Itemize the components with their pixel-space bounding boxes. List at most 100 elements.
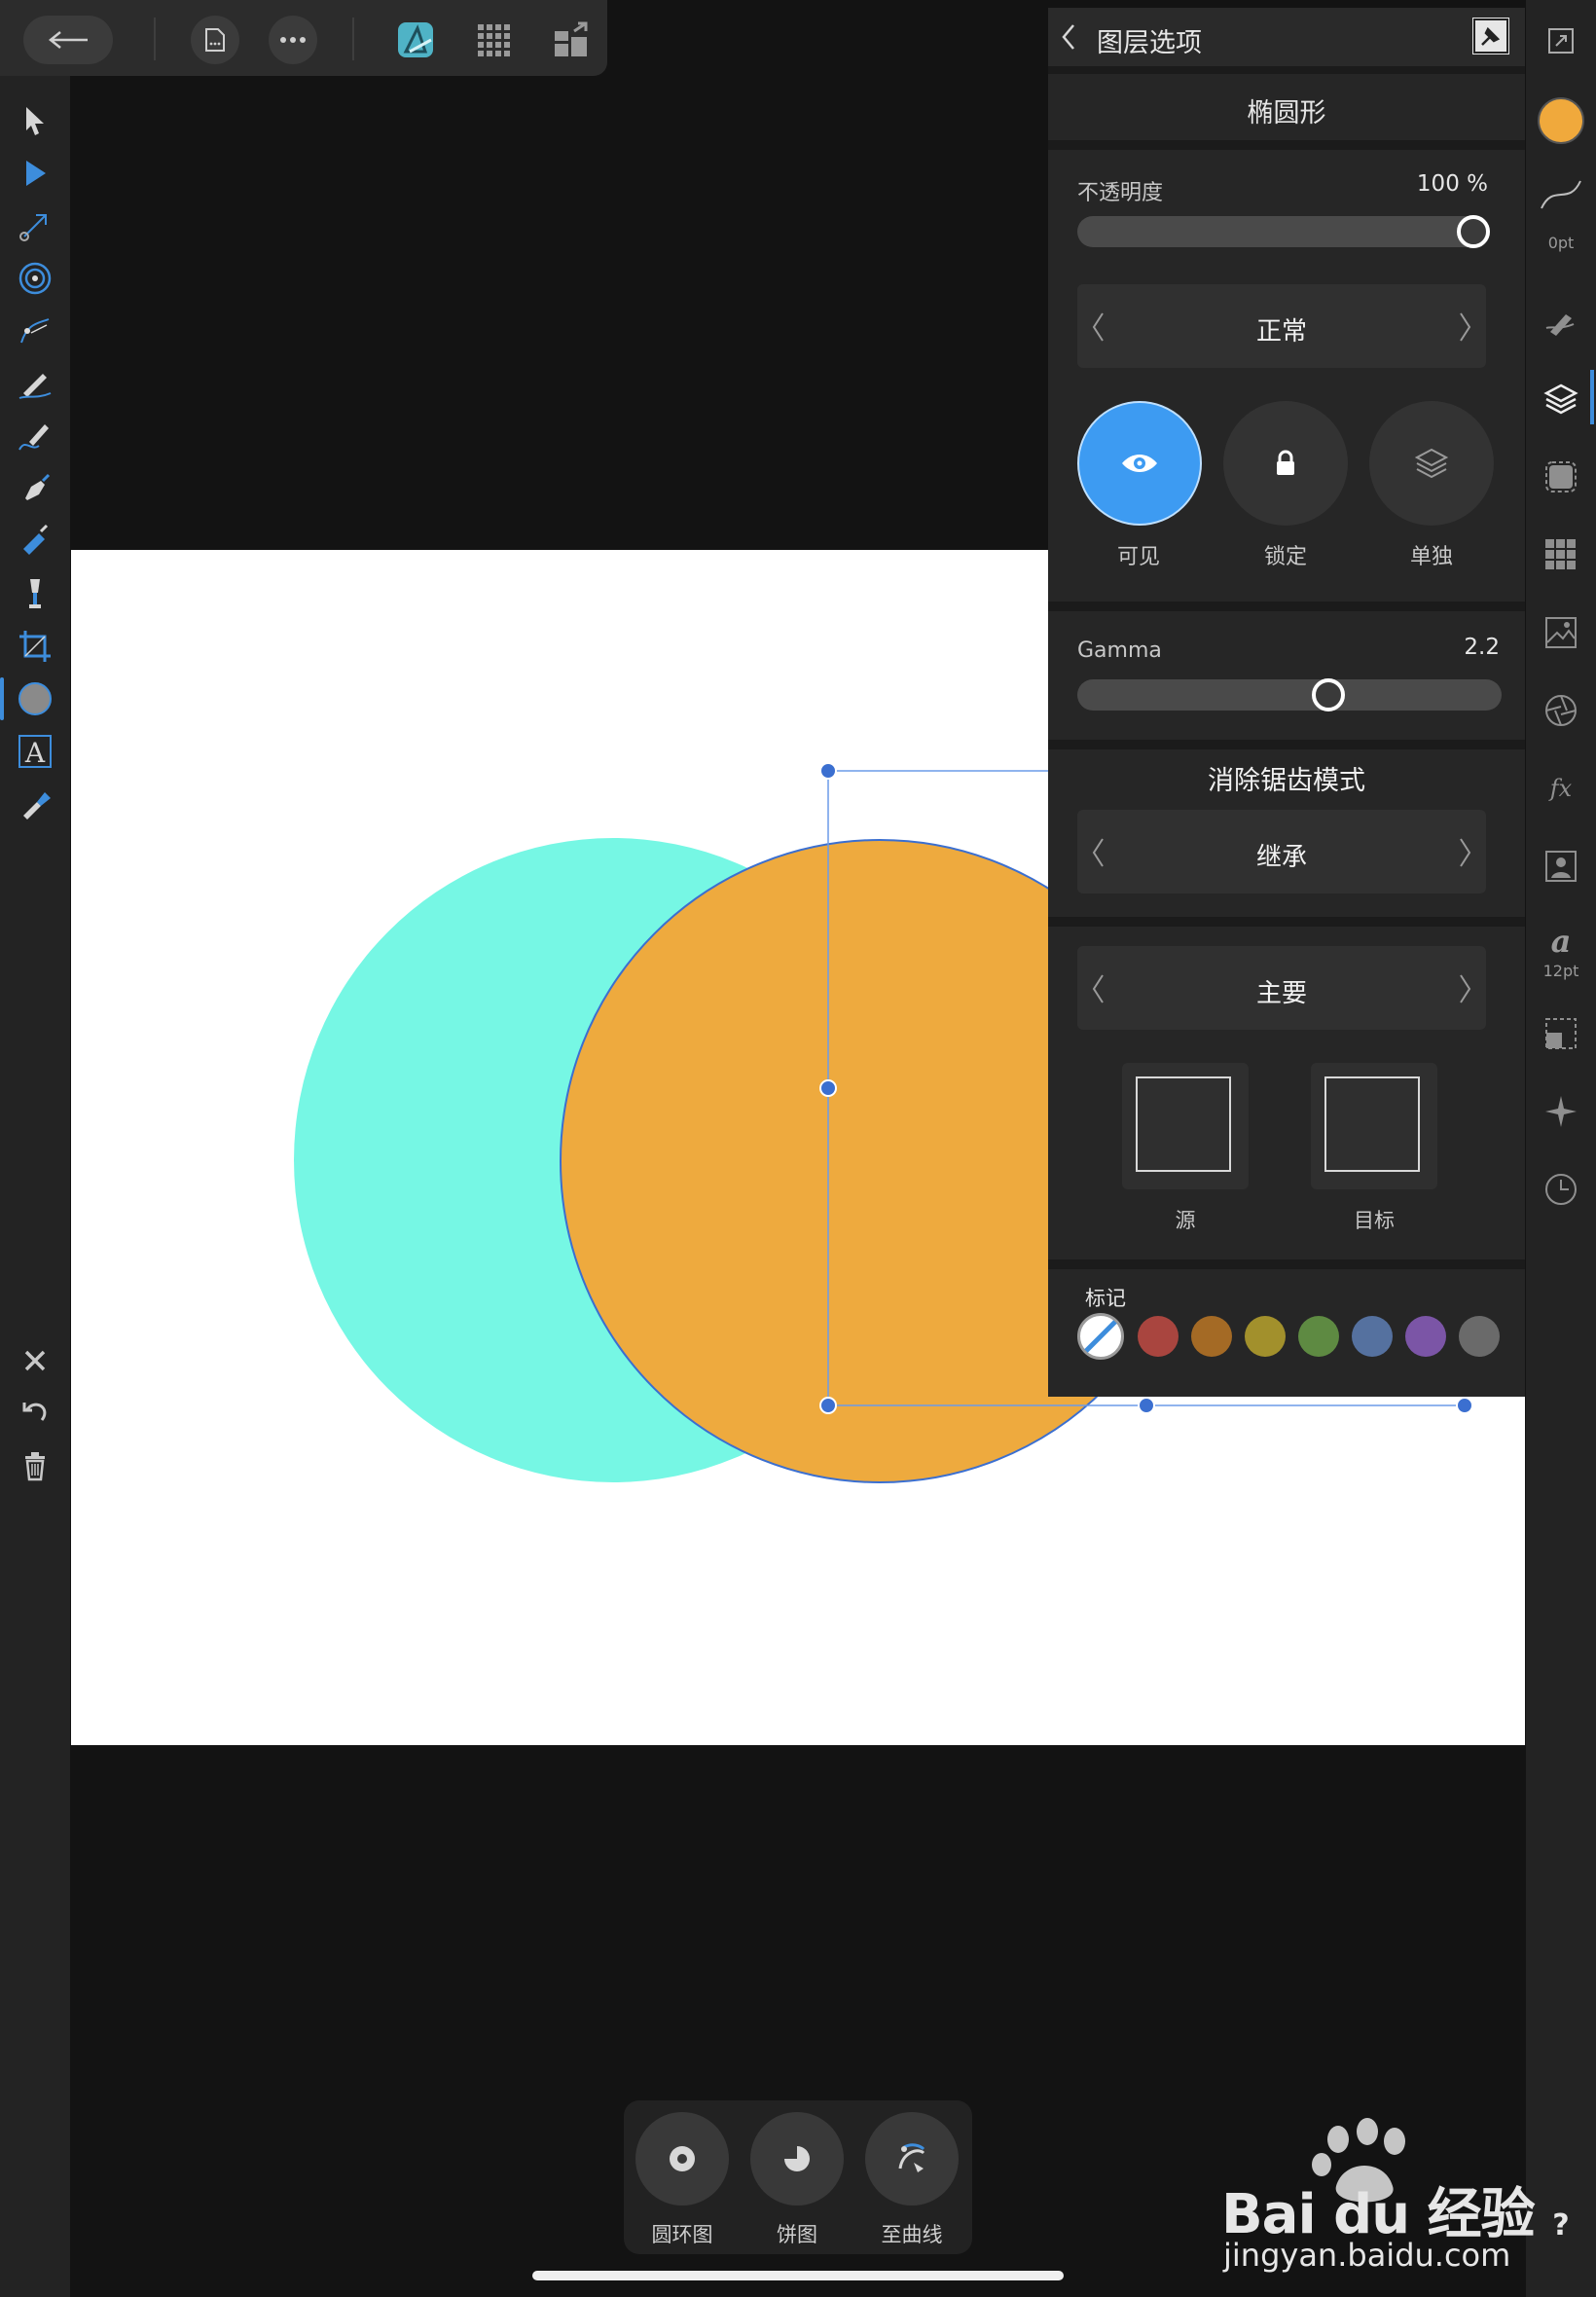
effects-panel-button[interactable]: fx (1538, 765, 1584, 812)
tag-color-swatch[interactable] (1138, 1316, 1179, 1357)
more-button[interactable] (269, 16, 317, 64)
antialias-selector[interactable]: 继承 (1077, 810, 1486, 893)
image-icon (1545, 617, 1577, 648)
source-label: 源 (1175, 1209, 1196, 1232)
export-persona-button[interactable] (549, 18, 594, 62)
document-button[interactable] (191, 16, 239, 64)
top-toolbar (0, 0, 607, 76)
tag-color-swatch[interactable] (1298, 1316, 1339, 1357)
eyedropper-icon (23, 792, 51, 820)
image-panel-button[interactable] (1538, 609, 1584, 656)
appearance-panel-button[interactable] (1538, 454, 1584, 500)
handle-bottom-middle[interactable] (1138, 1397, 1155, 1414)
donut-button[interactable] (635, 2112, 729, 2206)
handle-bottom-left[interactable] (819, 1397, 837, 1414)
transparency-tool[interactable] (12, 570, 58, 617)
layer-options-panel: 图层选项 椭圆形 不透明度 100 % 正常 可见 锁定 单独 Gamma 2.… (1048, 8, 1525, 1397)
swatches-panel-button[interactable] (1538, 531, 1584, 578)
chevron-right-icon[interactable] (1457, 837, 1472, 868)
chevron-right-icon[interactable] (1457, 973, 1472, 1004)
lock-icon (1277, 450, 1294, 475)
back-button[interactable] (23, 16, 113, 64)
gamma-label: Gamma (1077, 638, 1162, 663)
eye-icon (1122, 455, 1157, 472)
adjustments-panel-button[interactable] (1538, 687, 1584, 734)
question-mark-icon: ? (1552, 2208, 1569, 2241)
crop-icon (19, 631, 51, 662)
pencil-tool[interactable] (12, 360, 58, 407)
panel-title: 图层选项 (1097, 28, 1202, 58)
layers-panel-button[interactable] (1538, 376, 1584, 422)
vector-brush-tool[interactable] (12, 413, 58, 459)
gamma-slider-knob[interactable] (1312, 678, 1345, 711)
antialias-title: 消除锯齿模式 (1208, 766, 1365, 796)
tag-color-swatch[interactable] (1405, 1316, 1446, 1357)
delete-button[interactable] (12, 1442, 58, 1489)
channel-selector[interactable]: 主要 (1077, 946, 1486, 1030)
panel-back-button[interactable] (1060, 21, 1089, 53)
visible-toggle[interactable] (1077, 401, 1202, 526)
handle-middle-left[interactable] (819, 1079, 837, 1097)
fill-tool[interactable] (12, 518, 58, 565)
blend-mode-selector[interactable]: 正常 (1077, 284, 1486, 368)
text-frame-icon: A (18, 735, 52, 769)
transform-panel-button[interactable] (1538, 1010, 1584, 1057)
left-toolbar: A (0, 76, 70, 2297)
history-panel-button[interactable] (1538, 1166, 1584, 1213)
chevron-left-icon (1062, 24, 1074, 50)
brushes-panel-button[interactable] (1538, 298, 1584, 345)
appearance-icon (1545, 461, 1577, 492)
pin-button[interactable] (1472, 18, 1509, 55)
tag-color-swatch[interactable] (1245, 1316, 1286, 1357)
pin-icon (1473, 18, 1508, 54)
chevron-right-icon[interactable] (1457, 311, 1472, 343)
svg-text:fx: fx (1548, 775, 1573, 802)
styles-panel-button[interactable] (1538, 843, 1584, 890)
undo-button[interactable] (12, 1390, 58, 1437)
pie-label: 饼图 (777, 2223, 817, 2246)
text-styles-button[interactable]: a (1538, 917, 1584, 964)
navigator-panel-button[interactable] (1538, 1088, 1584, 1135)
expand-icon (1548, 28, 1574, 54)
text-tool[interactable]: A (12, 728, 58, 775)
isolate-toggle[interactable] (1369, 401, 1494, 526)
handle-bottom-right[interactable] (1456, 1397, 1473, 1414)
opacity-slider-knob[interactable] (1457, 215, 1490, 248)
pen-node-tool[interactable] (12, 308, 58, 354)
arrow-left-icon (48, 31, 88, 49)
gamma-value: 2.2 (1464, 635, 1500, 660)
point-transform-tool[interactable] (12, 255, 58, 302)
corner-tool[interactable] (12, 202, 58, 249)
tag-none-swatch[interactable] (1077, 1313, 1124, 1360)
move-tool[interactable] (12, 97, 58, 144)
opacity-slider[interactable] (1077, 215, 1490, 248)
gamma-slider[interactable] (1077, 678, 1502, 711)
crop-tool[interactable] (12, 623, 58, 670)
node-tool[interactable] (12, 150, 58, 197)
convert-to-curves-button[interactable] (865, 2112, 959, 2206)
lock-toggle[interactable] (1223, 401, 1348, 526)
active-panel-indicator (1590, 370, 1594, 424)
stroke-well[interactable] (1538, 171, 1584, 218)
close-button[interactable] (12, 1337, 58, 1384)
ellipse-tool[interactable] (0, 675, 58, 722)
brush-icon (18, 424, 49, 451)
help-button[interactable]: ? (1538, 2200, 1584, 2246)
ellipsis-icon (280, 37, 306, 43)
designer-persona-button[interactable] (393, 18, 438, 62)
stroke-curve-icon (1541, 180, 1581, 209)
color-picker-tool[interactable] (12, 781, 58, 827)
pen-tool[interactable] (12, 465, 58, 512)
fullscreen-button[interactable] (1538, 18, 1584, 64)
tag-color-swatch[interactable] (1352, 1316, 1393, 1357)
opacity-value: 100 % (1416, 171, 1488, 197)
tag-color-swatch[interactable] (1459, 1316, 1500, 1357)
fill-color-well[interactable] (1538, 97, 1584, 144)
source-swatch[interactable] (1122, 1063, 1249, 1189)
target-swatch[interactable] (1311, 1063, 1437, 1189)
pixel-persona-button[interactable] (471, 18, 516, 62)
tag-color-swatch[interactable] (1191, 1316, 1232, 1357)
home-indicator[interactable] (532, 2271, 1064, 2280)
pie-button[interactable] (750, 2112, 844, 2206)
handle-top-left[interactable] (819, 762, 837, 780)
